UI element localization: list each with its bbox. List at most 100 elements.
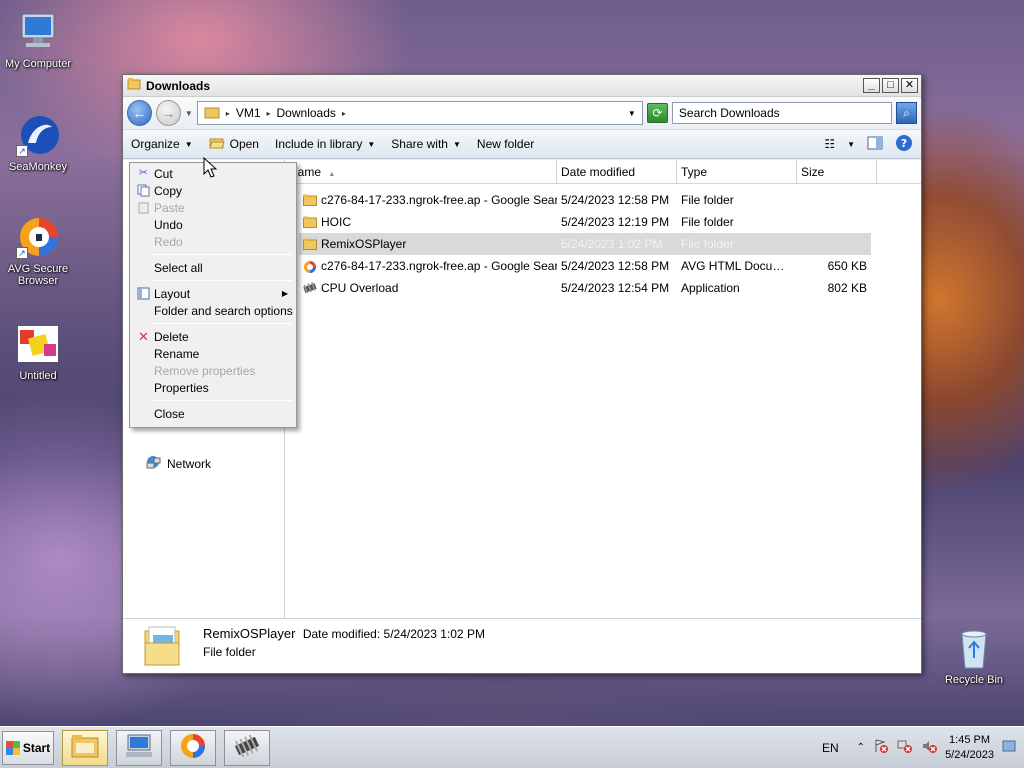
paste-icon xyxy=(137,201,150,214)
column-header-size[interactable]: Size xyxy=(797,160,877,183)
show-desktop-icon[interactable] xyxy=(1002,739,1016,756)
menu-item-undo[interactable]: Undo xyxy=(132,216,294,233)
file-name: CPU Overload xyxy=(321,281,399,295)
breadcrumb-downloads[interactable]: Downloads xyxy=(277,106,336,120)
column-headers: Name ▲ Date modified Type Size xyxy=(285,160,921,184)
organize-button[interactable]: Organize ▼ xyxy=(131,137,193,151)
column-header-name[interactable]: Name ▲ xyxy=(285,160,557,183)
file-row[interactable]: c276-84-17-233.ngrok-free.ap - Google Se… xyxy=(299,255,871,277)
windows-flag-icon xyxy=(5,740,20,755)
menu-item-close[interactable]: Close xyxy=(132,405,294,422)
include-in-library-label: Include in library xyxy=(274,137,363,151)
share-with-label: Share with xyxy=(391,137,448,151)
menu-item-label: Copy xyxy=(154,183,183,198)
clock-time: 1:45 PM xyxy=(949,733,991,746)
menu-item-label: Folder and search options xyxy=(154,303,293,318)
menu-item-label: Remove properties xyxy=(154,363,256,378)
html-doc-icon xyxy=(303,260,317,273)
chevron-down-icon[interactable]: ▼ xyxy=(847,140,855,149)
desktop-icon-recycle-bin[interactable]: Recycle Bin xyxy=(936,626,1012,686)
desktop-icon-untitled[interactable]: Untitled xyxy=(0,322,76,382)
refresh-button[interactable]: ⟳ xyxy=(646,103,668,123)
breadcrumb-separator-icon[interactable]: ▸ xyxy=(267,109,271,118)
close-button[interactable]: ✕ xyxy=(901,78,918,93)
language-indicator[interactable]: EN xyxy=(822,741,839,755)
menu-item-copy[interactable]: Copy xyxy=(132,182,294,199)
desktop-icon-label: SeaMonkey xyxy=(8,161,68,173)
menu-item-paste[interactable]: Paste xyxy=(132,199,294,216)
file-row[interactable]: c276-84-17-233.ngrok-free.ap - Google Se… xyxy=(299,189,871,211)
menu-item-delete[interactable]: ✕ Delete xyxy=(132,328,294,345)
column-header-date[interactable]: Date modified xyxy=(557,160,677,183)
clock[interactable]: 1:45 PM 5/24/2023 xyxy=(945,733,994,763)
new-folder-button[interactable]: New folder xyxy=(477,137,534,151)
maximize-button[interactable]: □ xyxy=(882,78,899,93)
menu-separator xyxy=(152,254,292,255)
file-list[interactable]: Name ▲ Date modified Type Size c276-84-1… xyxy=(285,160,921,618)
svg-text:?: ? xyxy=(901,137,907,150)
share-with-button[interactable]: Share with ▼ xyxy=(391,137,461,151)
address-box[interactable]: ▸ VM1 ▸ Downloads ▸ ▼ xyxy=(196,101,643,125)
file-row[interactable]: CPU Overload 5/24/2023 12:54 PM Applicat… xyxy=(299,277,871,299)
taskbar-computer-button[interactable] xyxy=(116,729,162,766)
taskbar-cpu-overload-button[interactable] xyxy=(224,729,270,766)
details-name: RemixOSPlayer xyxy=(203,626,296,641)
application-icon xyxy=(232,734,262,760)
start-button[interactable]: Start xyxy=(2,730,54,765)
file-type: File folder xyxy=(681,237,734,251)
desktop-icon-label: My Computer xyxy=(4,58,72,70)
open-button[interactable]: Open xyxy=(208,136,259,153)
folder-icon xyxy=(303,238,317,250)
action-center-icon[interactable] xyxy=(873,738,889,757)
view-options-icon[interactable]: ☷ xyxy=(824,137,835,151)
include-in-library-button[interactable]: Include in library ▼ xyxy=(275,137,375,151)
desktop-icon-my-computer[interactable]: My Computer xyxy=(0,10,76,70)
seamonkey-icon: ↗ xyxy=(16,113,60,157)
menu-item-label: Close xyxy=(154,406,185,421)
new-folder-label: New folder xyxy=(476,137,535,151)
breadcrumb-vm1[interactable]: VM1 xyxy=(236,106,261,120)
file-row[interactable]: HOIC 5/24/2023 12:19 PM File folder xyxy=(299,211,871,233)
preview-pane-icon[interactable] xyxy=(867,136,883,153)
nav-item-network[interactable]: Network xyxy=(145,454,211,473)
chevron-right-icon: ▶ xyxy=(281,289,288,298)
desktop-icon-label: Untitled xyxy=(19,370,57,382)
system-tray: EN ⌃ 1:45 PM 5/24/2023 xyxy=(822,733,1024,763)
menu-item-redo[interactable]: Redo xyxy=(132,233,294,250)
help-icon[interactable]: ? xyxy=(895,134,913,155)
details-text: RemixOSPlayer Date modified: 5/24/2023 1… xyxy=(203,625,485,661)
back-button[interactable]: ← xyxy=(127,100,152,126)
application-icon xyxy=(303,281,317,294)
menu-item-label: Redo xyxy=(154,234,183,249)
menu-item-remove-properties[interactable]: Remove properties xyxy=(132,362,294,379)
desktop-icon-avg-browser[interactable]: ↗ AVG Secure Browser xyxy=(0,215,76,287)
organize-menu: ✂ Cut Copy Paste Undo Redo Select all La… xyxy=(129,162,297,428)
file-size: 802 KB xyxy=(827,281,867,295)
network-status-icon[interactable] xyxy=(897,738,913,757)
menu-item-properties[interactable]: Properties xyxy=(132,379,294,396)
forward-button[interactable]: → xyxy=(155,100,181,126)
taskbar-avg-browser-button[interactable] xyxy=(170,729,216,766)
menu-item-layout[interactable]: Layout ▶ xyxy=(132,285,294,302)
address-dropdown-icon[interactable]: ▼ xyxy=(628,109,636,118)
menu-item-rename[interactable]: Rename xyxy=(132,345,294,362)
volume-muted-icon[interactable] xyxy=(921,738,938,757)
recent-pages-dropdown[interactable]: ▼ xyxy=(185,109,193,118)
breadcrumb-separator-icon[interactable]: ▸ xyxy=(342,109,346,118)
file-date: 5/24/2023 12:58 PM xyxy=(561,259,670,273)
show-hidden-icons-icon[interactable]: ⌃ xyxy=(857,742,865,753)
file-row-selected[interactable]: RemixOSPlayer 5/24/2023 1:02 PM File fol… xyxy=(299,233,871,255)
minimize-button[interactable]: _ xyxy=(863,78,880,93)
menu-item-select-all[interactable]: Select all xyxy=(132,259,294,276)
search-input[interactable]: Search Downloads xyxy=(671,102,892,124)
title-bar[interactable]: Downloads _ □ ✕ xyxy=(123,75,921,97)
search-icon[interactable]: ⌕ xyxy=(895,102,918,124)
organize-label: Organize xyxy=(131,137,180,151)
chevron-down-icon: ▼ xyxy=(184,139,193,149)
desktop-icon-seamonkey[interactable]: ↗ SeaMonkey xyxy=(0,113,76,173)
menu-item-folder-options[interactable]: Folder and search options xyxy=(132,302,294,319)
desktop-icon-label: AVG Secure Browser xyxy=(7,263,69,287)
taskbar-explorer-button[interactable] xyxy=(62,729,108,766)
column-header-type[interactable]: Type xyxy=(677,160,797,183)
breadcrumb-separator-icon[interactable]: ▸ xyxy=(226,109,230,118)
